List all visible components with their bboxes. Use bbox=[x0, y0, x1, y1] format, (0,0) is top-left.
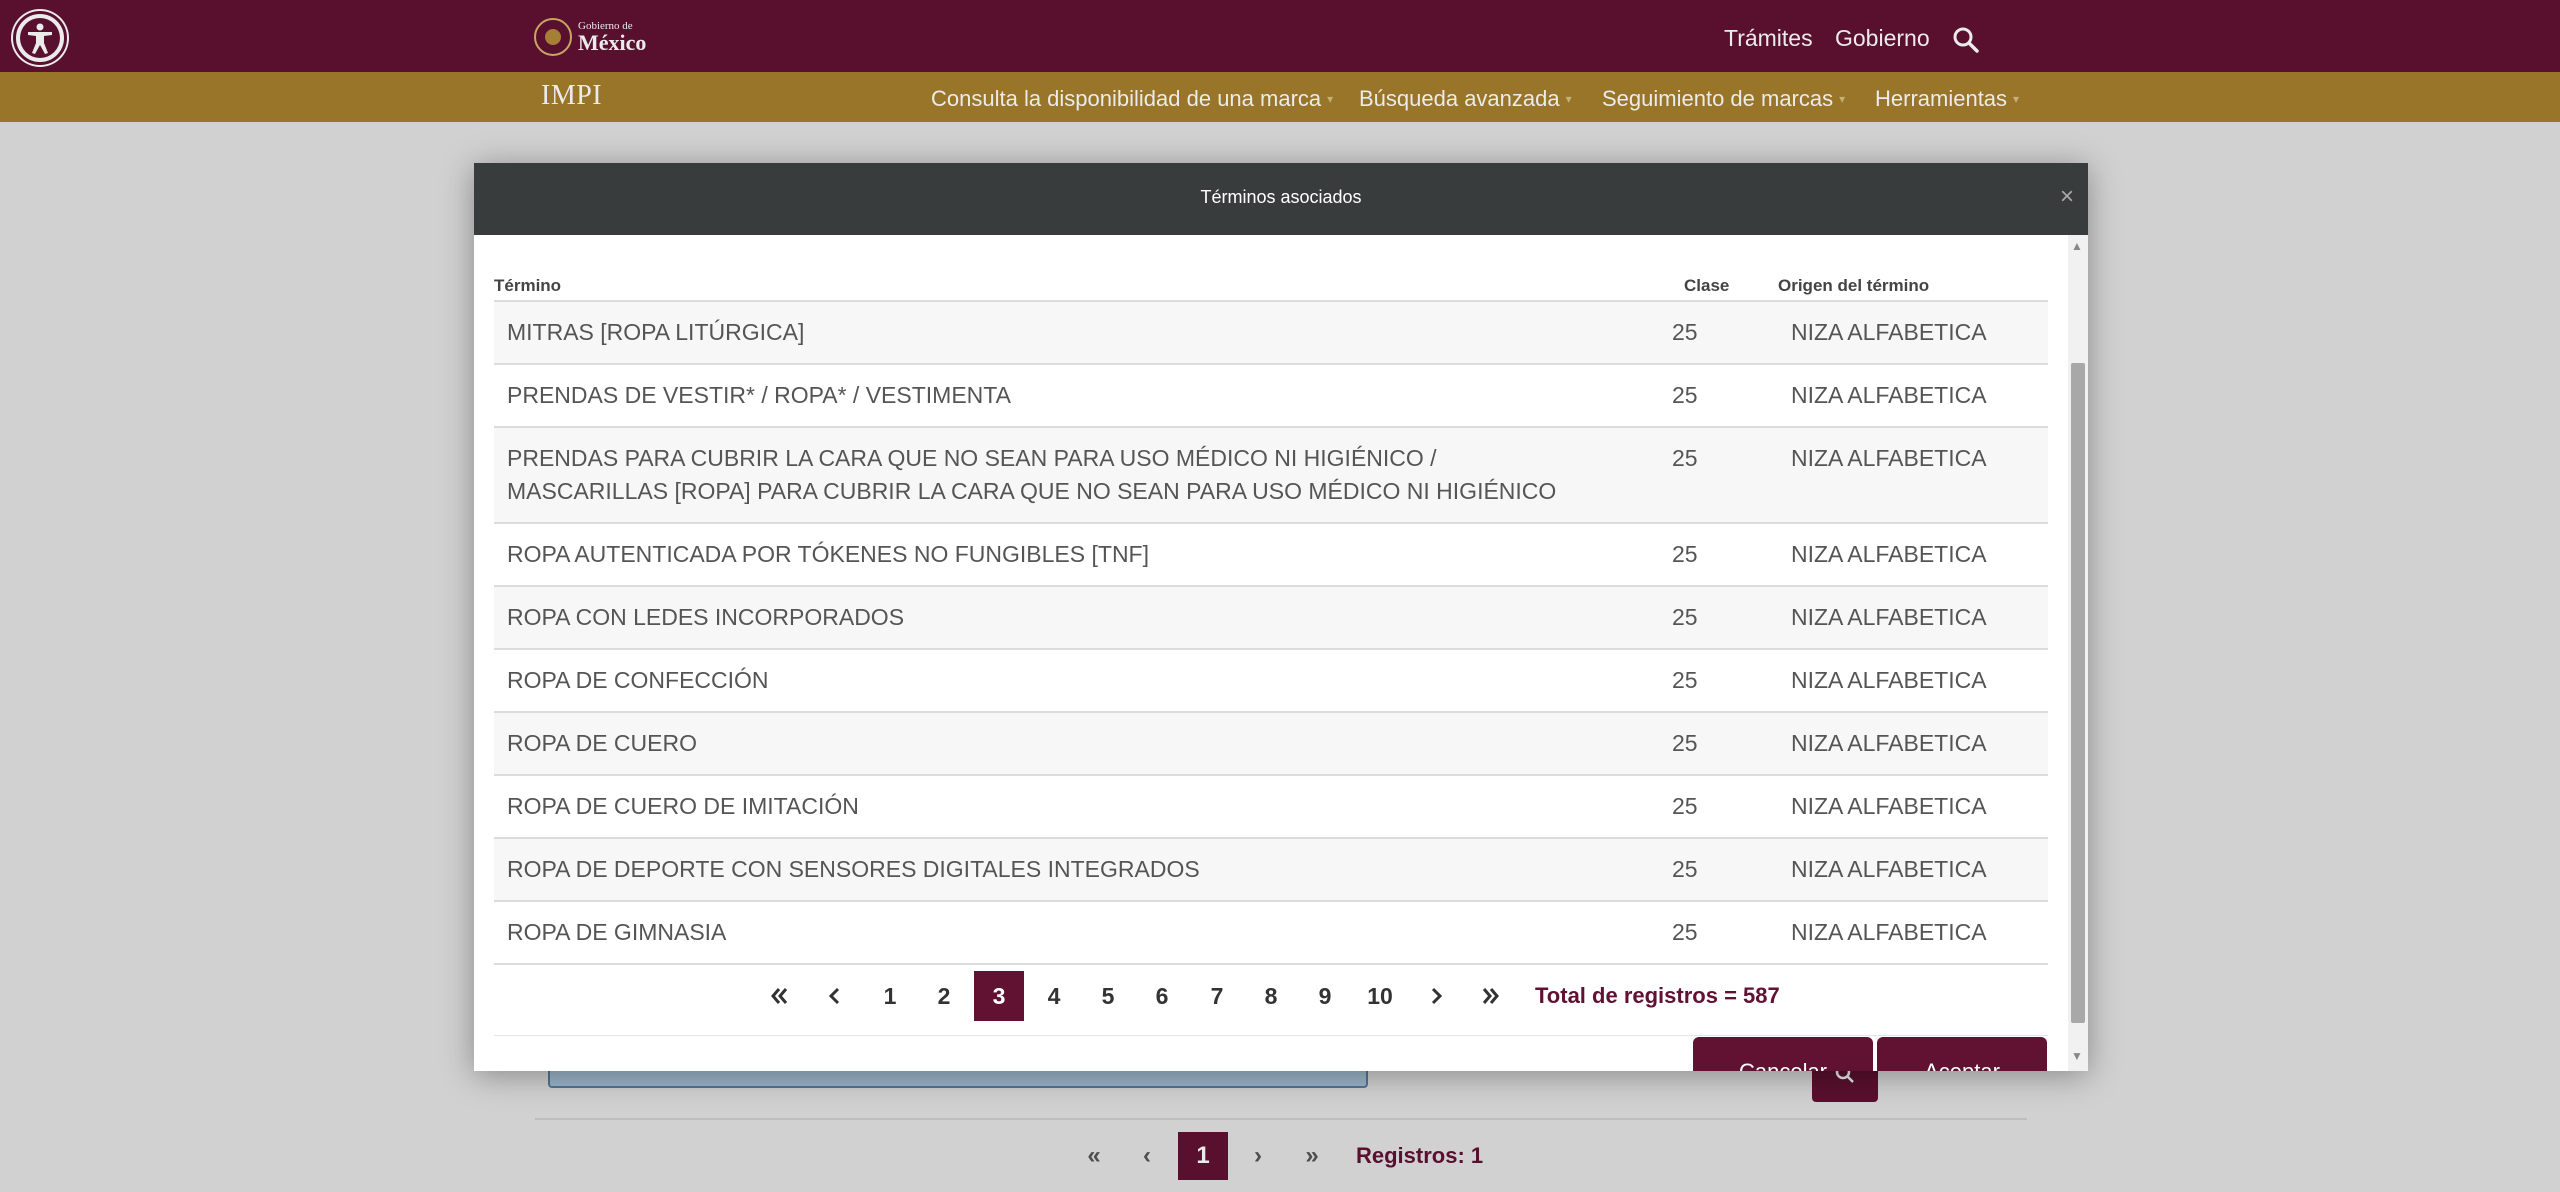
last-page-button[interactable] bbox=[1465, 971, 1515, 1021]
clase-cell: 25 bbox=[1672, 382, 1698, 408]
table-row[interactable]: ROPA CON LEDES INCORPORADOS 25 NIZA ALFABE… bbox=[494, 585, 2048, 648]
term-cell: ROPA CON LEDES INCORPORADOS bbox=[507, 604, 905, 630]
clase-cell: 25 bbox=[1672, 445, 1698, 471]
page-button[interactable]: 6 bbox=[1137, 971, 1187, 1021]
origen-cell: NIZA ALFABETICA bbox=[1791, 541, 1987, 567]
chevron-right-icon bbox=[1431, 987, 1443, 1005]
term-cell: ROPA DE DEPORTE CON SENSORES DIGITALES I… bbox=[507, 856, 1200, 882]
term-cell: ROPA DE CUERO bbox=[507, 730, 697, 756]
column-header-origen[interactable]: Origen del término bbox=[1778, 276, 1929, 296]
cancel-button[interactable]: Cancelar bbox=[1693, 1037, 1873, 1071]
table-row[interactable]: MITRAS [ROPA LITÚRGICA] 25 NIZA ALFABETICA bbox=[494, 300, 2048, 363]
clase-cell: 25 bbox=[1672, 919, 1698, 945]
table-row[interactable]: PRENDAS PARA CUBRIR LA CARA QUE NO SEAN … bbox=[494, 426, 2048, 522]
table-row[interactable]: ROPA DE CONFECCIÓN 25 NIZA ALFABETICA bbox=[494, 648, 2048, 711]
page-button-current[interactable]: 3 bbox=[974, 971, 1024, 1021]
clase-cell: 25 bbox=[1672, 319, 1698, 345]
divider bbox=[494, 1035, 2048, 1036]
clase-cell: 25 bbox=[1672, 730, 1698, 756]
clase-cell: 25 bbox=[1672, 667, 1698, 693]
page-button[interactable]: 1 bbox=[865, 971, 915, 1021]
origen-cell: NIZA ALFABETICA bbox=[1791, 604, 1987, 630]
modal-title: Términos asociados bbox=[1200, 187, 1362, 207]
scroll-up-arrow-icon[interactable]: ▲ bbox=[2071, 239, 2083, 253]
terminos-modal: Términos asociados × ▲ ▼ Término Clase O… bbox=[474, 163, 2088, 1071]
next-page-button[interactable] bbox=[1411, 971, 1461, 1021]
page-button[interactable]: 9 bbox=[1300, 971, 1350, 1021]
modal-header: Términos asociados × bbox=[474, 163, 2088, 235]
double-chevron-left-icon bbox=[771, 988, 788, 1004]
term-cell: ROPA AUTENTICADA POR TÓKENES NO FUNGIBLE… bbox=[507, 541, 1149, 567]
page-button[interactable]: 8 bbox=[1246, 971, 1296, 1021]
origen-cell: NIZA ALFABETICA bbox=[1791, 919, 1987, 945]
chevron-left-icon bbox=[828, 987, 840, 1005]
terms-table: MITRAS [ROPA LITÚRGICA] 25 NIZA ALFABETICA… bbox=[494, 300, 2048, 965]
prev-page-button[interactable] bbox=[810, 971, 860, 1021]
table-row[interactable]: ROPA AUTENTICADA POR TÓKENES NO FUNGIBLE… bbox=[494, 522, 2048, 585]
pagination: 1 2 3 4 5 6 7 8 9 10 Total de registros … bbox=[474, 971, 2068, 1021]
table-row[interactable]: ROPA DE CUERO DE IMITACIÓN 25 NIZA ALFABET… bbox=[494, 774, 2048, 837]
scrollbar-thumb[interactable] bbox=[2071, 363, 2085, 1023]
term-cell: PRENDAS PARA CUBRIR LA CARA QUE NO SEAN … bbox=[507, 445, 1557, 504]
close-icon[interactable]: × bbox=[2060, 185, 2074, 209]
divider bbox=[494, 963, 2048, 965]
accept-button[interactable]: Aceptar bbox=[1877, 1037, 2047, 1071]
table-row[interactable]: ROPA DE GIMNASIA 25 NIZA ALFABETICA bbox=[494, 900, 2048, 963]
clase-cell: 25 bbox=[1672, 793, 1698, 819]
term-cell: PRENDAS DE VESTIR* / ROPA* / VESTIMENTA bbox=[507, 382, 1011, 408]
column-header-termino[interactable]: Término bbox=[494, 276, 561, 296]
origen-cell: NIZA ALFABETICA bbox=[1791, 319, 1987, 345]
table-row[interactable]: ROPA DE DEPORTE CON SENSORES DIGITALES I… bbox=[494, 837, 2048, 900]
term-cell: ROPA DE CUERO DE IMITACIÓN bbox=[507, 793, 859, 819]
origen-cell: NIZA ALFABETICA bbox=[1791, 445, 1987, 471]
double-chevron-right-icon bbox=[1482, 988, 1499, 1004]
page-button[interactable]: 7 bbox=[1192, 971, 1242, 1021]
clase-cell: 25 bbox=[1672, 856, 1698, 882]
table-row[interactable]: PRENDAS DE VESTIR* / ROPA* / VESTIMENTA 2… bbox=[494, 363, 2048, 426]
term-cell: ROPA DE CONFECCIÓN bbox=[507, 667, 769, 693]
term-cell: ROPA DE GIMNASIA bbox=[507, 919, 727, 945]
table-row[interactable]: ROPA DE CUERO 25 NIZA ALFABETICA bbox=[494, 711, 2048, 774]
page-button[interactable]: 5 bbox=[1083, 971, 1133, 1021]
term-cell: MITRAS [ROPA LITÚRGICA] bbox=[507, 319, 805, 345]
page-button[interactable]: 4 bbox=[1029, 971, 1079, 1021]
column-header-clase[interactable]: Clase bbox=[1684, 276, 1729, 296]
origen-cell: NIZA ALFABETICA bbox=[1791, 730, 1987, 756]
origen-cell: NIZA ALFABETICA bbox=[1791, 667, 1987, 693]
origen-cell: NIZA ALFABETICA bbox=[1791, 382, 1987, 408]
origen-cell: NIZA ALFABETICA bbox=[1791, 793, 1987, 819]
page-button[interactable]: 2 bbox=[919, 971, 969, 1021]
origen-cell: NIZA ALFABETICA bbox=[1791, 856, 1987, 882]
scroll-down-arrow-icon[interactable]: ▼ bbox=[2071, 1049, 2083, 1063]
clase-cell: 25 bbox=[1672, 541, 1698, 567]
first-page-button[interactable] bbox=[755, 971, 805, 1021]
page-button[interactable]: 10 bbox=[1355, 971, 1405, 1021]
total-records: Total de registros = 587 bbox=[1535, 983, 1780, 1008]
clase-cell: 25 bbox=[1672, 604, 1698, 630]
